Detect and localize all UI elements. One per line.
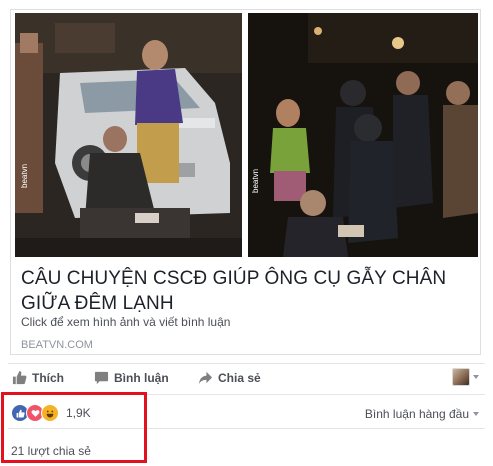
post-description: Click để xem hình ảnh và viết bình luận: [21, 315, 231, 329]
action-bar: Thích Bình luận Chia sẻ: [0, 364, 493, 394]
post-domain: BEATVN.COM: [21, 339, 93, 351]
comment-sort-dropdown[interactable]: Bình luận hàng đầu: [365, 407, 479, 421]
share-label: Chia sẻ: [218, 370, 261, 385]
like-button[interactable]: Thích: [12, 370, 64, 385]
highlight-box: [1, 392, 147, 463]
link-preview-card[interactable]: beatvn beatvn CÂU CHUYỆN CSCĐ GIÚP ÔNG C…: [10, 9, 481, 355]
comment-button[interactable]: Bình luận: [94, 370, 169, 385]
preview-photo-left: beatvn: [15, 13, 242, 257]
avatar: [452, 368, 470, 386]
preview-photo-right: beatvn: [248, 13, 478, 257]
thumbs-up-icon: [12, 370, 27, 385]
watermark-right: beatvn: [251, 169, 260, 193]
comment-sort-label: Bình luận hàng đầu: [364, 407, 469, 421]
watermark-left: beatvn: [20, 164, 29, 188]
share-button[interactable]: Chia sẻ: [198, 370, 261, 385]
chevron-down-icon: [473, 375, 479, 379]
post-headline[interactable]: CÂU CHUYỆN CSCĐ GIÚP ÔNG CỤ GẪY CHÂN GIỮ…: [21, 266, 471, 316]
chevron-down-icon: [473, 412, 479, 416]
share-arrow-icon: [198, 371, 213, 385]
comment-label: Bình luận: [114, 370, 169, 385]
like-label: Thích: [32, 370, 64, 385]
facebook-post: beatvn beatvn CÂU CHUYỆN CSCĐ GIÚP ÔNG C…: [0, 0, 493, 466]
comment-icon: [94, 371, 109, 385]
profile-selector[interactable]: [452, 368, 479, 386]
preview-images[interactable]: beatvn beatvn: [15, 13, 478, 257]
